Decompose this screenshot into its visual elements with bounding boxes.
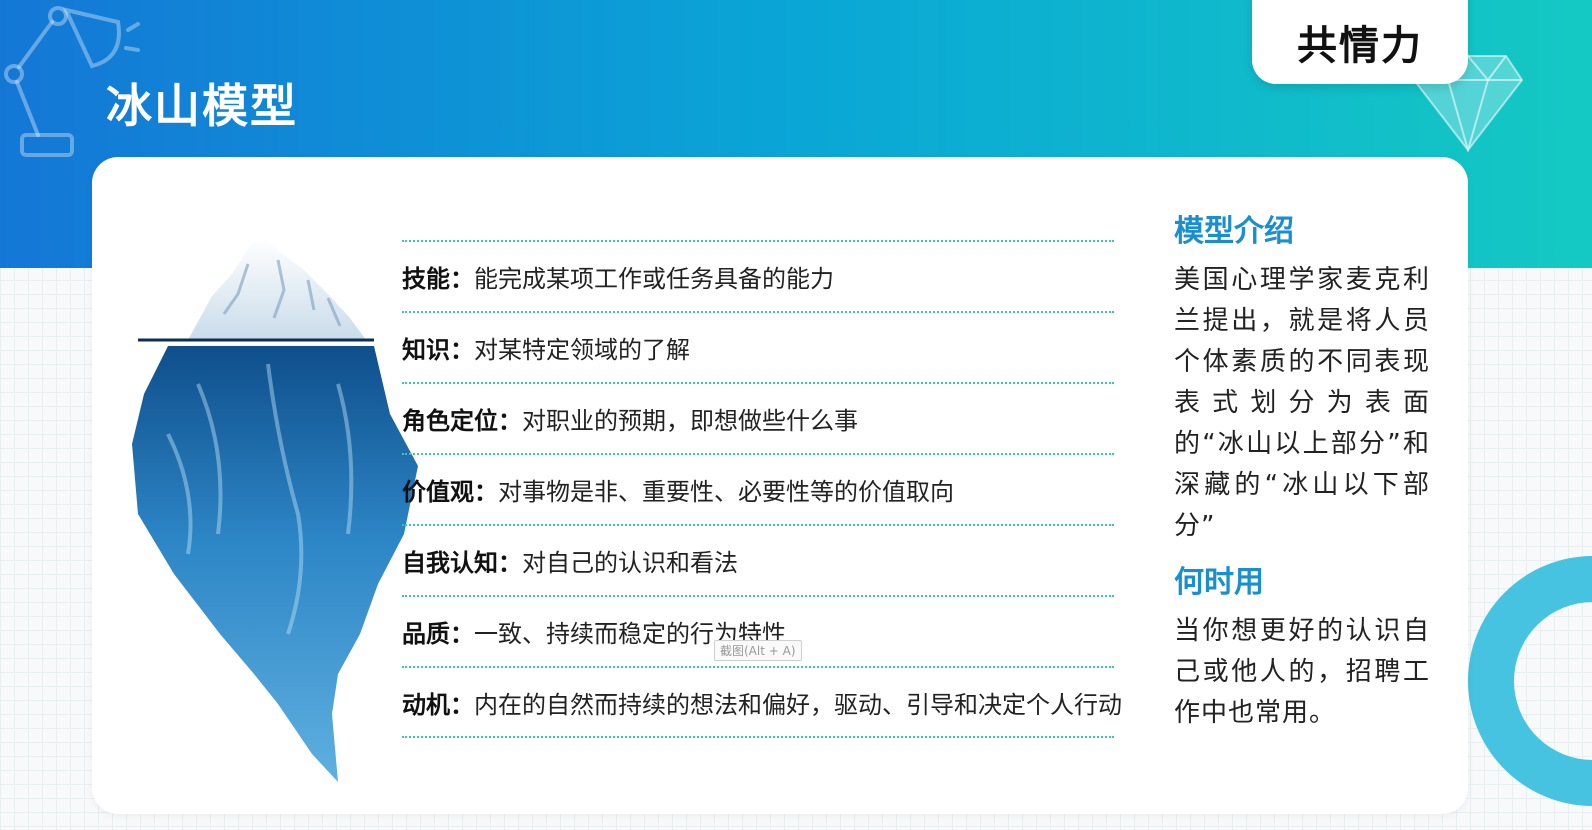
trait-desc: 内在的自然而持续的想法和偏好，驱动、引导和决定个人行动 bbox=[474, 690, 1122, 719]
trait-name: 技能： bbox=[402, 265, 474, 293]
when-heading: 何时用 bbox=[1174, 565, 1264, 600]
trait-row-self-cognition: 自我认知： 对自己的认识和看法 bbox=[402, 524, 1114, 595]
trait-row-skill: 技能： 能完成某项工作或任务具备的能力 bbox=[402, 240, 1114, 311]
trait-row-motivation: 动机： 内在的自然而持续的想法和偏好，驱动、引导和决定个人行动 bbox=[402, 666, 1122, 738]
screenshot-tooltip: 截图(Alt + A) bbox=[714, 640, 802, 661]
trait-name: 动机： bbox=[402, 690, 474, 719]
trait-desc: 对事物是非、重要性、必要性等的价值取向 bbox=[498, 478, 954, 506]
trait-list: 技能： 能完成某项工作或任务具备的能力 知识： 对某特定领域的了解 角色定位： … bbox=[402, 240, 1122, 738]
tag-label: 共情力 bbox=[1297, 23, 1423, 69]
when-text: 当你想更好的认识自己或他人的，招聘工作中也常用。 bbox=[1174, 616, 1430, 728]
intro-text: 美国心理学家麦克利兰提出，就是将人员个体素质的不同表现表式划分为表面的“冰山以上… bbox=[1174, 265, 1430, 541]
trait-row-role: 角色定位： 对职业的预期，即想做些什么事 bbox=[402, 382, 1114, 453]
trait-desc: 对某特定领域的了解 bbox=[474, 336, 690, 364]
sidebar: 模型介绍 美国心理学家麦克利兰提出，就是将人员个体素质的不同表现表式划分为表面的… bbox=[1174, 206, 1430, 734]
trait-name: 角色定位： bbox=[402, 407, 522, 435]
decorative-arc bbox=[1468, 556, 1592, 830]
intro-heading: 模型介绍 bbox=[1174, 214, 1294, 249]
trait-name: 自我认知： bbox=[402, 549, 522, 577]
trait-desc: 能完成某项工作或任务具备的能力 bbox=[474, 265, 834, 293]
trait-name: 价值观： bbox=[402, 478, 498, 506]
trait-row-knowledge: 知识： 对某特定领域的了解 bbox=[402, 311, 1114, 382]
trait-desc: 对职业的预期，即想做些什么事 bbox=[522, 407, 858, 435]
trait-name: 知识： bbox=[402, 336, 474, 364]
trait-row-values: 价值观： 对事物是非、重要性、必要性等的价值取向 bbox=[402, 453, 1114, 524]
tag-card: 共情力 bbox=[1252, 0, 1468, 84]
trait-name: 品质： bbox=[402, 620, 474, 648]
page-title: 冰山模型 bbox=[106, 79, 298, 133]
iceberg-illustration bbox=[132, 238, 418, 782]
trait-desc: 对自己的认识和看法 bbox=[522, 549, 738, 577]
